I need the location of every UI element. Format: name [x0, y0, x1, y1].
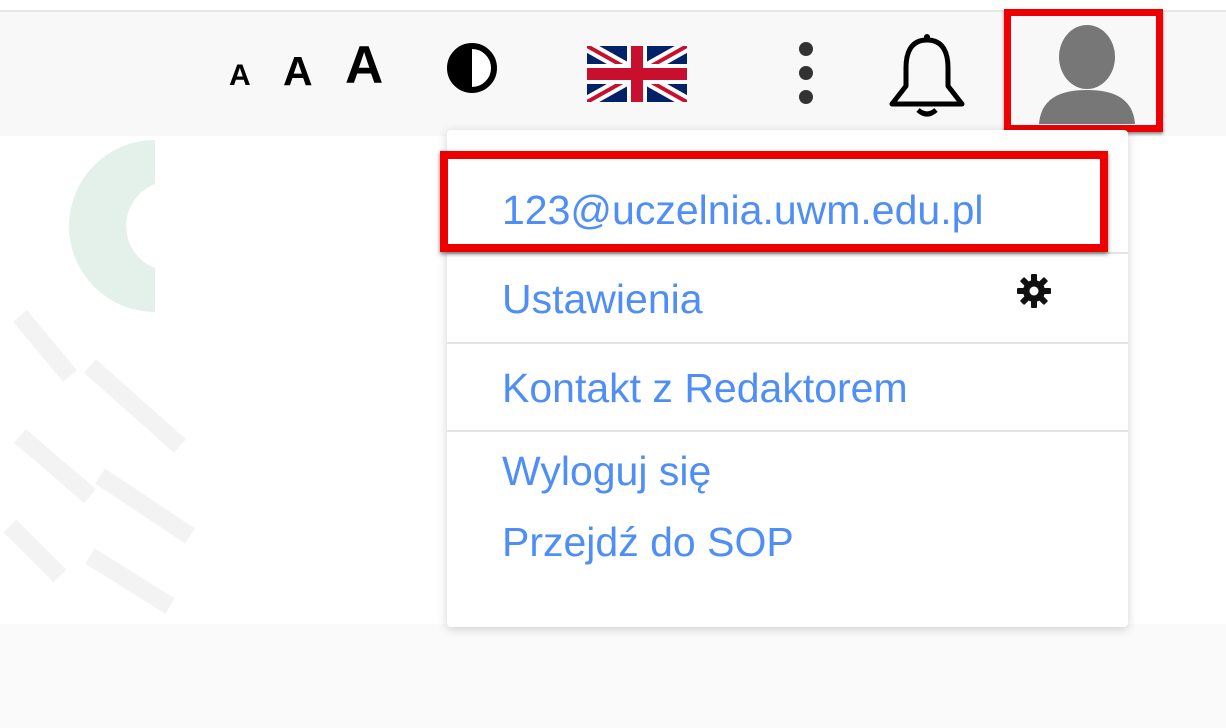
logo-watermark [3, 140, 195, 614]
menu-item-label: Kontakt z Redaktorem [502, 365, 908, 411]
menu-item-settings[interactable]: Ustawienia [447, 256, 1128, 340]
font-size-medium-button[interactable]: A [283, 51, 313, 92]
email-highlight-box [440, 151, 1108, 252]
menu-item-label: Ustawienia [502, 276, 703, 322]
font-size-small-button[interactable]: A [229, 61, 251, 91]
more-vertical-icon[interactable] [786, 38, 826, 108]
page-lower-band [0, 624, 1226, 728]
uk-flag-icon[interactable] [587, 46, 687, 102]
gear-icon [1017, 274, 1051, 308]
font-size-large-button[interactable]: A [345, 39, 383, 92]
menu-item-go-to-sop[interactable]: Przejdź do SOP [447, 512, 1128, 588]
bell-icon[interactable] [882, 30, 972, 122]
menu-item-logout[interactable]: Wyloguj się [447, 432, 1128, 510]
menu-item-label: Przejdź do SOP [502, 519, 794, 565]
menu-divider [447, 252, 1128, 254]
menu-item-contact-editor[interactable]: Kontakt z Redaktorem [447, 344, 1128, 428]
menu-item-label: Wyloguj się [502, 448, 712, 494]
avatar-highlight-box [1004, 9, 1163, 132]
contrast-icon[interactable] [446, 42, 498, 94]
